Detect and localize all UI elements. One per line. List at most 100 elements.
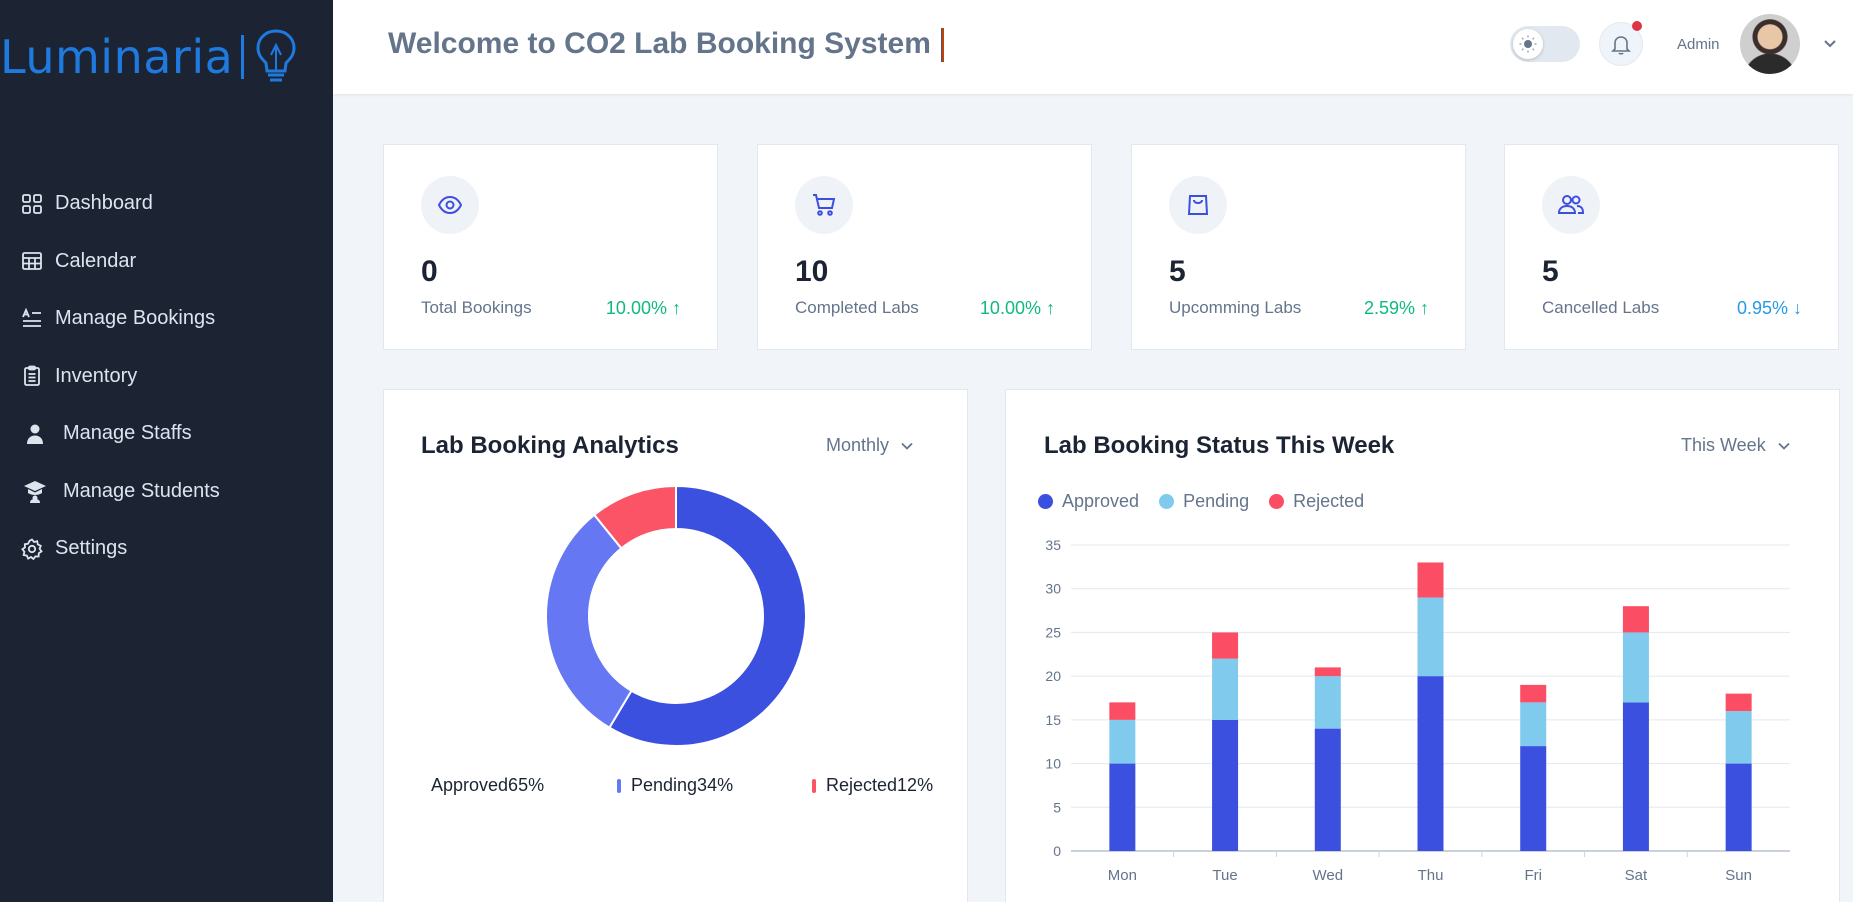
sidebar-item-inventory[interactable]: Inventory: [0, 348, 333, 406]
lightbulb-icon: [256, 29, 296, 82]
bar-pending-fri: [1520, 702, 1547, 747]
sidebar-item-label: Inventory: [55, 364, 138, 387]
x-tick-label: Sun: [1725, 867, 1752, 884]
sidebar-item-manage-bookings[interactable]: Manage Bookings: [0, 290, 333, 348]
brand-name: Luminaria: [0, 30, 234, 84]
chevron-down-icon[interactable]: [1820, 34, 1840, 54]
users-icon: [1542, 176, 1600, 234]
legend-rejected: Rejected12%: [812, 775, 933, 796]
y-tick-label: 25: [1045, 624, 1061, 640]
sidebar-item-label: Manage Bookings: [55, 307, 216, 330]
bar-approved-thu: [1417, 676, 1444, 851]
bar-approved-fri: [1520, 746, 1547, 851]
bar-rejected-thu: [1417, 562, 1444, 598]
notifications-button[interactable]: [1599, 21, 1643, 66]
stat-label: Upcomming Labs: [1169, 298, 1302, 317]
y-tick-label: 10: [1045, 756, 1061, 772]
x-tick-label: Mon: [1108, 867, 1137, 884]
stat-label: Total Bookings: [421, 298, 532, 317]
legend-label: Rejected12%: [826, 775, 934, 795]
legend-item-pending[interactable]: Pending: [1159, 491, 1249, 512]
grid-icon: [20, 192, 44, 216]
theme-toggle[interactable]: [1510, 26, 1580, 62]
bar-approved-sat: [1622, 702, 1649, 851]
arrow-up-icon: ↑: [1420, 298, 1429, 318]
legend-swatch: [812, 778, 816, 793]
brand-logo[interactable]: Luminaria: [0, 22, 298, 92]
clipboard-icon: [20, 364, 44, 388]
bar-pending-thu: [1417, 597, 1444, 677]
stat-label: Completed Labs: [795, 298, 919, 317]
chevron-down-icon: [1778, 442, 1790, 450]
y-tick-label: 0: [1053, 843, 1061, 859]
bar-pending-sat: [1622, 632, 1649, 703]
legend-label: Pending34%: [631, 775, 734, 795]
sidebar-item-manage-staffs[interactable]: Manage Staffs: [0, 405, 333, 463]
y-tick-label: 20: [1045, 668, 1061, 684]
sidebar-item-label: Dashboard: [55, 192, 153, 215]
list-icon: [20, 307, 44, 331]
x-tick-label: Thu: [1418, 867, 1444, 884]
stat-change-value: 10.00%: [605, 298, 667, 318]
stat-card-total-bookings: 0 Total Bookings 10.00% ↑: [383, 144, 718, 350]
bar-pending-mon: [1109, 719, 1136, 764]
user-icon: [23, 422, 47, 446]
sidebar-item-settings[interactable]: Settings: [0, 520, 333, 578]
sidebar-item-calendar[interactable]: Calendar: [0, 233, 333, 291]
bar-rejected-tue: [1212, 632, 1239, 659]
avatar[interactable]: [1740, 14, 1800, 74]
stat-value: 0: [421, 255, 438, 288]
sun-icon: [1513, 29, 1543, 59]
legend-dot: [1038, 494, 1053, 509]
bar-pending-wed: [1314, 676, 1341, 729]
arrow-down-icon: ↓: [1793, 298, 1802, 318]
period-select[interactable]: Monthly: [826, 435, 915, 456]
stat-card-cancelled-labs: 5 Cancelled Labs 0.95% ↓: [1504, 144, 1839, 350]
stat-change: 10.00% ↑: [606, 298, 681, 319]
stacked-bar-chart: 0 5 10 15 20 25 30 35 Mon Tue Wed Thu Fri Sat Sun: [1045, 537, 1790, 884]
calendar-icon: [20, 249, 44, 273]
sidebar-item-dashboard[interactable]: Dashboard: [0, 175, 333, 233]
stat-value: 10: [795, 255, 829, 288]
period-select[interactable]: This Week: [1681, 435, 1792, 456]
period-select-value: Monthly: [826, 435, 890, 455]
stat-label: Cancelled Labs: [1542, 298, 1660, 317]
notification-dot: [1632, 21, 1642, 31]
sidebar-item-label: Settings: [55, 537, 128, 560]
x-tick-label: Tue: [1212, 867, 1237, 884]
stat-card-upcoming-labs: 5 Upcomming Labs 2.59% ↑: [1131, 144, 1466, 350]
gear-icon: [20, 537, 44, 561]
bar-pending-tue: [1212, 658, 1239, 720]
page-title-text: Welcome to CO2 Lab Booking System: [388, 27, 931, 60]
stat-change: 2.59% ↑: [1364, 298, 1429, 319]
sidebar-item-label: Manage Students: [63, 479, 220, 502]
stat-value: 5: [1542, 255, 1559, 288]
bell-icon: [1611, 36, 1631, 55]
bar-rejected-sun: [1725, 693, 1752, 712]
x-tick-label: Fri: [1524, 867, 1542, 884]
stat-change-value: 10.00%: [979, 298, 1041, 318]
stat-change-value: 0.95%: [1736, 298, 1788, 318]
y-tick-label: 5: [1053, 799, 1061, 815]
sidebar: Luminaria Dashboard Calendar Manage Book…: [0, 0, 333, 902]
legend-item-approved[interactable]: Approved: [1038, 491, 1139, 512]
stat-change: 10.00% ↑: [980, 298, 1055, 319]
donut-slice-pending: [545, 513, 633, 730]
user-name[interactable]: Admin: [1677, 36, 1720, 53]
legend-label: Approved65%: [431, 775, 545, 795]
stat-value: 5: [1169, 255, 1186, 288]
stat-change-value: 2.59%: [1363, 298, 1415, 318]
bar-approved-wed: [1314, 728, 1341, 851]
bar-rejected-wed: [1314, 667, 1341, 677]
sidebar-item-label: Manage Staffs: [63, 422, 192, 445]
legend-item-rejected[interactable]: Rejected: [1269, 491, 1364, 512]
logo-divider: [241, 35, 245, 79]
panel-title: Lab Booking Analytics: [421, 432, 679, 459]
y-tick-label: 15: [1045, 712, 1061, 728]
sidebar-item-manage-students[interactable]: Manage Students: [0, 463, 333, 521]
chevron-down-icon: [901, 442, 913, 450]
legend-dot: [1269, 494, 1285, 509]
page-title: Welcome to CO2 Lab Booking System: [388, 27, 944, 63]
bar-approved-sun: [1725, 763, 1752, 851]
cart-icon: [795, 176, 853, 234]
